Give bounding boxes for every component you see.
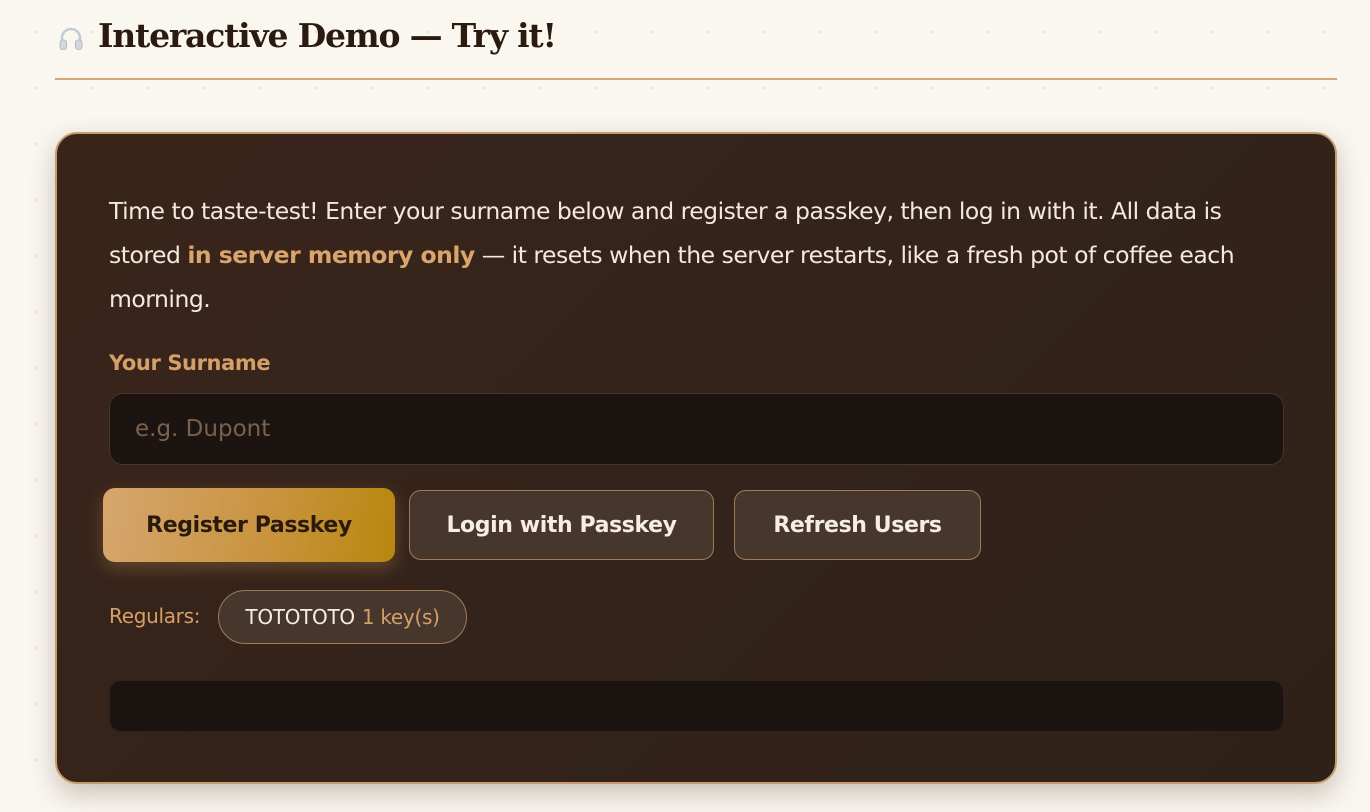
- section-header: Interactive Demo — Try it!: [55, 0, 1337, 80]
- surname-input[interactable]: [109, 393, 1284, 465]
- user-chip-name: TOTOTOTO: [245, 605, 355, 629]
- user-chip[interactable]: TOTOTOTO 1 key(s): [218, 590, 467, 644]
- headphones-icon: [59, 27, 83, 50]
- refresh-users-button[interactable]: Refresh Users: [734, 490, 981, 560]
- log-output: [109, 680, 1284, 732]
- regulars-label: Regulars:: [109, 604, 201, 628]
- register-passkey-button[interactable]: Register Passkey: [103, 488, 395, 562]
- intro-highlight: in server memory only: [187, 241, 475, 269]
- demo-intro-text: Time to taste-test! Enter your surname b…: [109, 189, 1289, 321]
- demo-card: Time to taste-test! Enter your surname b…: [55, 132, 1337, 784]
- section-title: Interactive Demo — Try it!: [98, 16, 557, 55]
- login-with-passkey-button[interactable]: Login with Passkey: [409, 490, 714, 560]
- user-chip-key-count: 1 key(s): [361, 605, 440, 629]
- surname-label: Your Surname: [109, 351, 271, 375]
